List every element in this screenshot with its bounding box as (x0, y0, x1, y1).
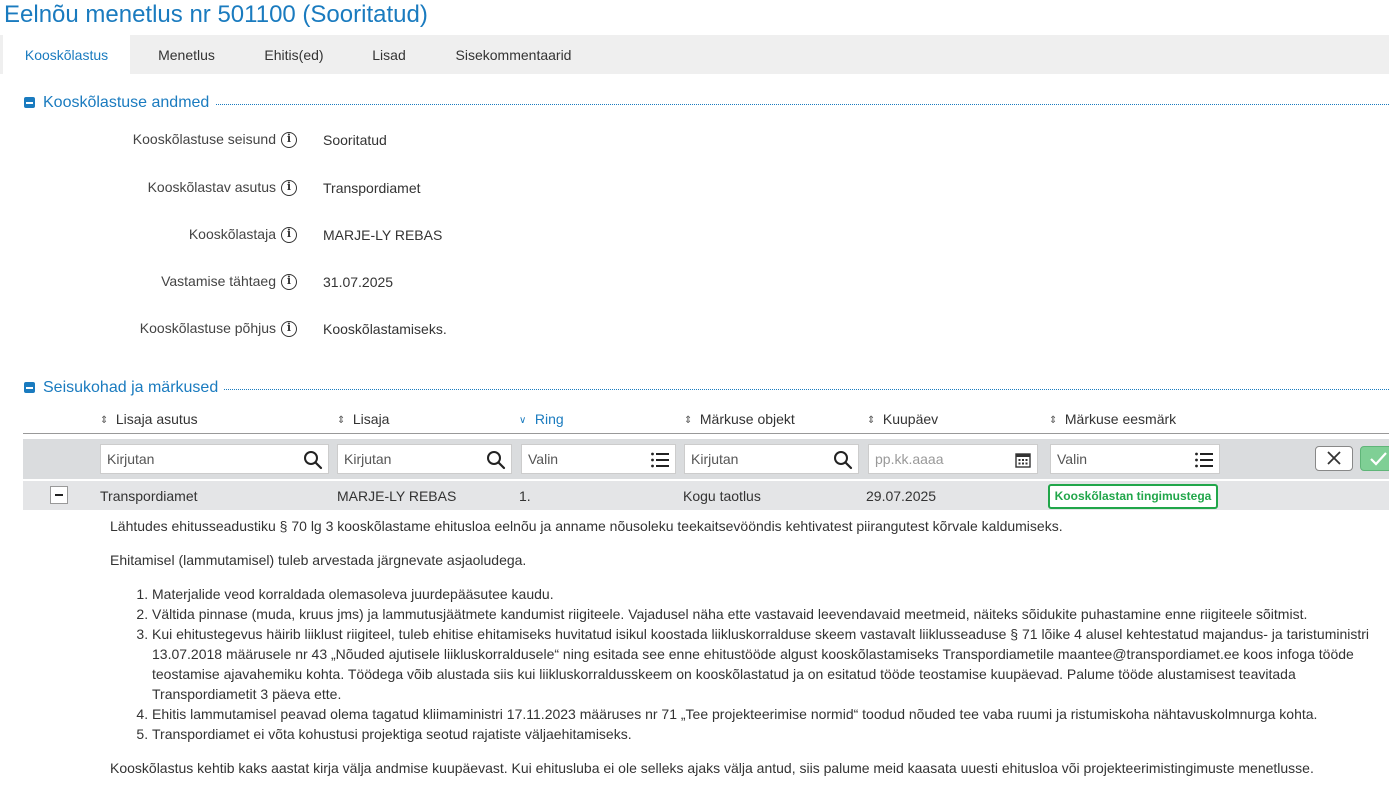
tab-bar: Kooskõlastus Menetlus Ehitis(ed) Lisad S… (0, 35, 1389, 74)
sort-icon: ⇕ (867, 415, 876, 426)
sort-icon: ⇕ (100, 415, 109, 426)
collapse-icon[interactable] (24, 97, 35, 108)
collapse-row-icon[interactable] (50, 486, 68, 504)
page-title: Eelnõu menetlus nr 501100 (Sooritatud) (4, 1, 428, 28)
sort-icon: ⇕ (337, 415, 346, 426)
filter-kuupaev (868, 444, 1038, 474)
section-divider (43, 104, 1389, 105)
cell-markuse-objekt: Kogu taotlus (683, 488, 761, 504)
tab-sisekommentaarid[interactable]: Sisekommentaarid (440, 35, 587, 74)
label-tahtaeg: Vastamise tähtaeg (161, 273, 276, 289)
info-icon[interactable] (281, 132, 297, 148)
apply-filters-button[interactable] (1360, 446, 1389, 471)
info-icon[interactable] (281, 227, 297, 243)
filter-kuupaev-input[interactable] (869, 445, 1037, 473)
list-item: Kui ehitustegevus häirib liiklust riigit… (152, 624, 1380, 704)
value-tahtaeg: 31.07.2025 (323, 274, 394, 290)
collapse-icon[interactable] (24, 382, 35, 393)
column-ring[interactable]: ∨ Ring (519, 410, 564, 430)
label-seisund: Kooskõlastuse seisund (132, 131, 276, 147)
cell-kuupaev: 29.07.2025 (866, 488, 937, 504)
value-pohjus: Kooskõlastamiseks. (323, 321, 447, 337)
label-pohjus: Kooskõlastuse põhjus (139, 320, 276, 336)
comment-outro: Kooskõlastus kehtib kaks aastat kirja vä… (110, 760, 1314, 776)
cell-lisaja-asutus: Transpordiamet (100, 488, 198, 504)
filter-markuse-eesmark (1050, 444, 1220, 474)
sort-icon: ⇕ (684, 415, 693, 426)
filter-ring (521, 444, 676, 474)
cell-ring: 1. (519, 488, 531, 504)
column-markuse-eesmark[interactable]: ⇕ Märkuse eesmärk (1049, 410, 1176, 430)
comment-detail: Lähtudes ehitusseadustiku § 70 lg 3 koos… (110, 516, 1380, 792)
filter-markuse-objekt (684, 444, 859, 474)
search-icon[interactable] (833, 450, 853, 470)
label-asutus: Kooskõlastav asutus (147, 179, 276, 195)
clear-filters-button[interactable] (1315, 446, 1353, 471)
section-divider (43, 389, 1389, 390)
tab-lisad[interactable]: Lisad (355, 35, 423, 74)
section-title: Kooskõlastuse andmed (43, 93, 216, 113)
sort-icon: ⇕ (1049, 415, 1058, 426)
search-icon[interactable] (303, 450, 323, 470)
column-kuupaev[interactable]: ⇕ Kuupäev (867, 410, 938, 430)
filter-lisaja-asutus-input[interactable] (101, 445, 328, 473)
sort-desc-icon: ∨ (519, 415, 527, 426)
comment-conditions-list: Materjalide veod korraldada olemasoleva … (110, 584, 1380, 744)
list-icon[interactable] (650, 450, 670, 470)
list-item: Transpordiamet ei võta kohustusi projekt… (152, 724, 1380, 744)
header-divider (23, 433, 1389, 434)
list-icon[interactable] (1194, 450, 1214, 470)
column-lisaja[interactable]: ⇕ Lisaja (337, 410, 389, 430)
tab-menetlus[interactable]: Menetlus (140, 35, 233, 74)
label-kooskolastaja: Kooskõlastaja (188, 226, 276, 242)
value-seisund: Sooritatud (323, 132, 387, 148)
comment-intro: Lähtudes ehitusseadustiku § 70 lg 3 koos… (110, 518, 1063, 534)
tab-kooskolastus[interactable]: Kooskõlastus (3, 35, 130, 74)
list-item: Materjalide veod korraldada olemasoleva … (152, 584, 1380, 604)
info-icon[interactable] (281, 321, 297, 337)
info-icon[interactable] (281, 180, 297, 196)
value-asutus: Transpordiamet (323, 180, 421, 196)
filter-lisaja (337, 444, 512, 474)
column-markuse-objekt[interactable]: ⇕ Märkuse objekt (684, 410, 795, 430)
calendar-icon[interactable] (1014, 451, 1032, 469)
column-lisaja-asutus[interactable]: ⇕ Lisaja asutus (100, 410, 198, 430)
info-icon[interactable] (281, 274, 297, 290)
cell-lisaja: MARJE-LY REBAS (337, 488, 457, 504)
section-title: Seisukohad ja märkused (43, 378, 225, 398)
status-badge: Kooskõlastan tingimustega (1048, 484, 1218, 509)
check-icon (1370, 452, 1387, 466)
list-item: Vältida pinnase (muda, kruus jms) ja lam… (152, 604, 1380, 624)
tab-ehitised[interactable]: Ehitis(ed) (248, 35, 340, 74)
value-kooskolastaja: MARJE-LY REBAS (323, 227, 443, 243)
section-kooskolastuse-andmed: Kooskõlastuse andmed (24, 93, 1389, 113)
close-icon (1327, 451, 1341, 465)
comment-lead: Ehitamisel (lammutamisel) tuleb arvestad… (110, 552, 527, 568)
filter-lisaja-asutus (100, 444, 329, 474)
list-item: Ehitis lammutamisel peavad olema tagatud… (152, 704, 1380, 724)
search-icon[interactable] (486, 450, 506, 470)
section-seisukohad: Seisukohad ja märkused (24, 378, 1389, 398)
